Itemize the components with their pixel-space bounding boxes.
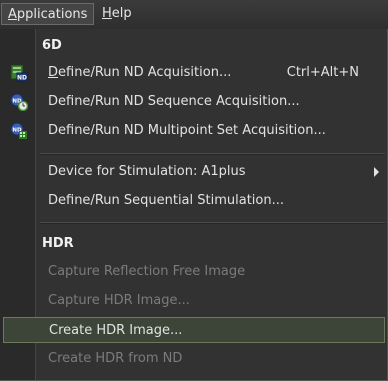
menubar: Applications Help (0, 0, 388, 30)
menu-help-label: elp (111, 6, 132, 21)
menu-applications-mnemonic: A (8, 7, 17, 22)
menu-item-nd-acquisition[interactable]: ND Define/Run ND Acquisition... Ctrl+Alt… (3, 61, 385, 85)
svg-text:ND: ND (17, 75, 27, 82)
menu-applications[interactable]: Applications (1, 3, 94, 25)
menu-item-create-hdr-nd: Create HDR from ND (3, 347, 385, 371)
menu-help[interactable]: Help (96, 3, 138, 25)
menu-item-nd-acquisition-text: efine/Run ND Acquisition... (58, 65, 232, 80)
applications-dropdown: 6D ND Define/Run ND Acquisition... Ctrl+… (0, 29, 388, 381)
menu-item-nd-acquisition-shortcut: Ctrl+Alt+N (286, 65, 359, 80)
menu-item-nd-sequence[interactable]: ND Define/Run ND Sequence Acquisition... (3, 90, 385, 114)
menu-item-nd-multipoint-label: Define/Run ND Multipoint Set Acquisition… (48, 123, 326, 138)
menu-item-capture-reflection: Capture Reflection Free Image (3, 260, 385, 284)
app-window: Applications Help 6D ND Define/Run ND Ac… (0, 0, 388, 381)
menu-item-nd-acquisition-label: Define/Run ND Acquisition... (48, 65, 231, 80)
menu-item-create-hdr-label: Create HDR Image... (49, 323, 183, 338)
menu-item-capture-hdr: Capture HDR Image... (3, 289, 385, 313)
menu-item-create-hdr[interactable]: Create HDR Image... (3, 317, 385, 343)
submenu-arrow-icon (374, 167, 379, 177)
menu-item-device-stimulation[interactable]: Device for Stimulation: A1plus (3, 160, 385, 184)
menu-separator (40, 222, 385, 224)
menu-item-sequential-stimulation-label: Define/Run Sequential Stimulation... (48, 193, 285, 208)
menu-separator (40, 153, 385, 155)
nd-multipoint-icon: ND (10, 122, 27, 139)
section-header-hdr: HDR (42, 236, 74, 251)
menu-item-sequential-stimulation[interactable]: Define/Run Sequential Stimulation... (3, 189, 385, 213)
menu-item-capture-reflection-label: Capture Reflection Free Image (48, 264, 246, 279)
menu-item-nd-multipoint[interactable]: ND Define/Run ND Multipoint Set Acquisit… (3, 119, 385, 143)
nd-sequence-icon: ND (10, 93, 28, 111)
section-header-6d: 6D (42, 38, 62, 53)
menu-help-mnemonic: H (102, 6, 112, 21)
nd-acquisition-icon: ND (10, 64, 28, 82)
menu-item-nd-sequence-label: Define/Run ND Sequence Acquisition... (48, 94, 300, 109)
menu-applications-label: pplications (16, 7, 88, 22)
menu-item-capture-hdr-label: Capture HDR Image... (48, 293, 190, 308)
menu-item-nd-acquisition-mnemonic: D (48, 65, 59, 80)
menu-item-create-hdr-nd-label: Create HDR from ND (48, 351, 183, 366)
menu-item-device-stimulation-label: Device for Stimulation: A1plus (48, 164, 246, 179)
